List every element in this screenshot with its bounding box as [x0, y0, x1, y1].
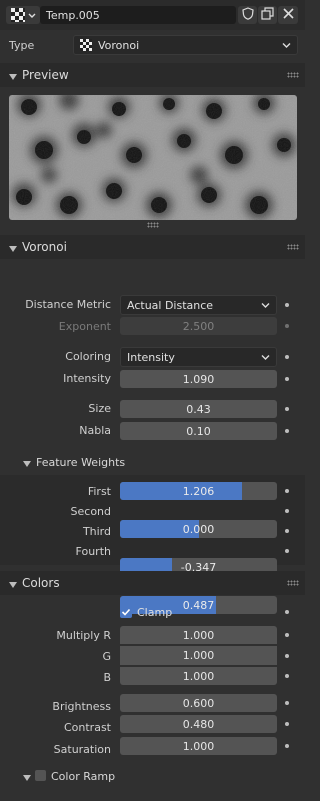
drag-grip-icon[interactable] [287, 72, 299, 78]
b-field[interactable]: 1.000 [120, 667, 277, 685]
chevron-down-icon [261, 299, 270, 312]
saturation-label: Saturation [53, 743, 111, 756]
second-weight-value: 0.000 [182, 522, 215, 536]
exponent-field[interactable]: 2.500 [120, 317, 277, 335]
texture-name-field[interactable]: Temp.005 [40, 6, 236, 24]
texture-browse-button[interactable] [6, 6, 40, 24]
brightness-label: Brightness [52, 700, 111, 713]
preview-title: Preview [22, 68, 69, 82]
color-ramp-checkbox[interactable] [35, 770, 46, 781]
first-label: First [87, 485, 111, 498]
size-label: Size [88, 402, 111, 415]
third-label: Third [82, 525, 111, 538]
coloring-dropdown[interactable]: Intensity [120, 347, 277, 367]
distance-metric-label: Distance Metric [25, 298, 111, 311]
nabla-field[interactable]: 0.10 [120, 422, 277, 440]
first-weight-slider[interactable]: 1.206 [120, 482, 277, 500]
saturation-field[interactable]: 1.000 [120, 737, 277, 755]
unlink-button[interactable] [278, 6, 298, 24]
color-ramp-header[interactable]: Color Ramp [0, 766, 305, 788]
keyframe-dot[interactable] [285, 489, 289, 493]
clamp-label: Clamp [137, 605, 173, 619]
contrast-label: Contrast [63, 721, 111, 734]
keyframe-dot[interactable] [285, 549, 289, 553]
type-value: Voronoi [98, 38, 140, 52]
keyframe-dot[interactable] [285, 701, 289, 705]
size-field[interactable]: 0.43 [120, 400, 277, 418]
keyframe-dot[interactable] [285, 429, 289, 433]
fake-user-button[interactable] [238, 6, 257, 24]
feature-weights-header[interactable]: Feature Weights [0, 450, 305, 474]
keyframe-dot[interactable] [285, 529, 289, 533]
second-label: Second [70, 505, 111, 518]
close-icon [282, 8, 294, 22]
chevron-down-icon [261, 351, 270, 364]
checker-texture-icon [10, 8, 25, 22]
keyframe-dot[interactable] [285, 633, 289, 637]
type-dropdown[interactable]: Voronoi [73, 35, 298, 55]
nabla-label: Nabla [79, 424, 111, 437]
keyframe-dot[interactable] [285, 377, 289, 381]
multiply-r-field[interactable]: 1.000 [120, 626, 277, 644]
keyframe-dot[interactable] [285, 610, 289, 614]
shield-icon [241, 7, 254, 23]
texture-name-text: Temp.005 [46, 8, 100, 22]
brightness-field[interactable]: 0.600 [120, 694, 277, 712]
type-label: Type [9, 39, 35, 52]
feature-weights-title: Feature Weights [36, 456, 126, 469]
triangle-down-icon [9, 71, 17, 84]
keyframe-dot[interactable] [285, 722, 289, 726]
keyframe-dot[interactable] [285, 355, 289, 359]
clamp-checkbox-row[interactable]: Clamp [120, 605, 172, 619]
resize-grip-icon[interactable] [147, 222, 159, 228]
second-weight-slider[interactable]: 0.000 [120, 520, 277, 538]
keyframe-dot[interactable] [285, 674, 289, 678]
colors-panel-header[interactable]: Colors [0, 571, 305, 595]
keyframe-dot[interactable] [285, 407, 289, 411]
fourth-label: Fourth [75, 545, 111, 558]
chevron-down-icon [28, 9, 36, 22]
g-field[interactable]: 1.000 [120, 646, 277, 665]
texture-preview-image [9, 95, 297, 220]
intensity-field[interactable]: 1.090 [120, 370, 277, 388]
triangle-down-icon [9, 579, 17, 592]
exponent-label: Exponent [58, 320, 111, 333]
triangle-down-icon [23, 772, 31, 785]
keyframe-dot[interactable] [285, 654, 289, 658]
keyframe-dot[interactable] [285, 509, 289, 513]
drag-grip-icon[interactable] [287, 580, 299, 586]
voronoi-panel-header[interactable]: Voronoi [0, 235, 305, 259]
g-label: G [102, 650, 111, 663]
checkbox-checked-icon[interactable] [120, 606, 132, 618]
keyframe-dot[interactable] [285, 324, 289, 328]
intensity-label: Intensity [63, 372, 111, 385]
keyframe-dot[interactable] [285, 303, 289, 307]
voronoi-title: Voronoi [22, 240, 67, 254]
keyframe-dot[interactable] [285, 744, 289, 748]
triangle-down-icon [23, 458, 31, 471]
checker-texture-icon [80, 39, 92, 51]
drag-grip-icon[interactable] [287, 244, 299, 250]
coloring-label: Coloring [65, 350, 111, 363]
colors-title: Colors [22, 576, 60, 590]
duplicate-button[interactable] [258, 6, 277, 24]
triangle-down-icon [9, 243, 17, 256]
distance-metric-value: Actual Distance [127, 298, 214, 312]
duplicate-icon [261, 7, 274, 23]
contrast-field[interactable]: 0.480 [120, 715, 277, 733]
b-label: B [103, 671, 111, 684]
chevron-down-icon [282, 39, 291, 52]
color-ramp-label: Color Ramp [51, 770, 116, 783]
distance-metric-dropdown[interactable]: Actual Distance [120, 295, 277, 315]
coloring-value: Intensity [127, 350, 175, 364]
preview-panel-header[interactable]: Preview [0, 63, 305, 87]
multiply-r-label: Multiply R [56, 629, 111, 642]
first-weight-value: 1.206 [182, 484, 215, 498]
